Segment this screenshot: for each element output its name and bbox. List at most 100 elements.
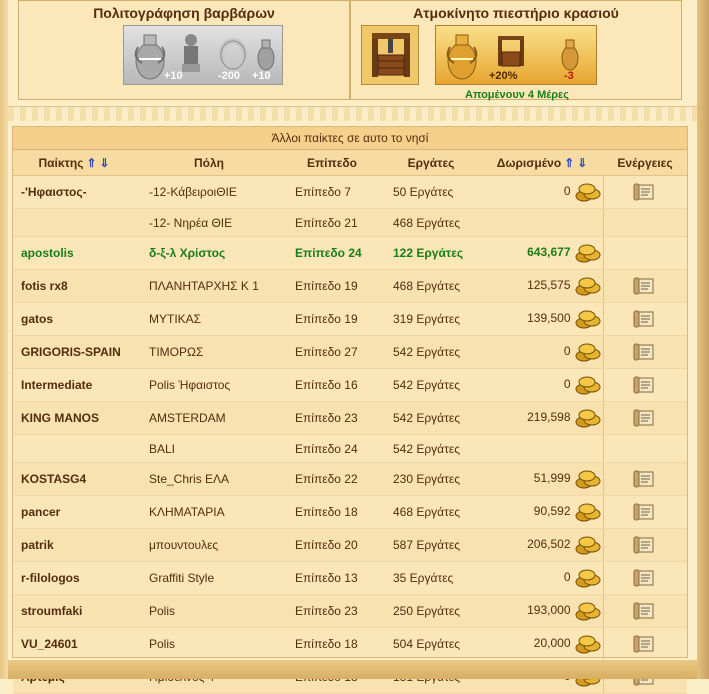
table-row: fotis rx8 ΠΛΑΝΗΤΑΡΧΗΣ Κ 1 Επίπεδο 19 468 Ερ… xyxy=(13,269,687,303)
send-message-button[interactable] xyxy=(633,376,657,394)
donated-amount: 90,592 xyxy=(533,504,571,519)
send-message-button[interactable] xyxy=(633,635,657,653)
city-name[interactable]: Graffiti Style xyxy=(135,561,283,595)
player-name[interactable]: fotis rx8 xyxy=(13,269,135,303)
table-row: KING MANOS AMSTERDAM Επίπεδο 23 542 Εργάτες… xyxy=(13,401,687,435)
table-header-row: Παίκτης ⇑ ⇓ Πόλη Επίπεδο Εργάτες Δωρισμένο… xyxy=(13,150,687,176)
city-name[interactable]: -12-ΚάβειροιΘΙΕ xyxy=(135,175,283,209)
wine-press-tile[interactable] xyxy=(361,25,419,85)
message-scroll-icon xyxy=(633,569,654,587)
send-message-button[interactable] xyxy=(633,569,657,587)
player-name[interactable]: KOSTASG4 xyxy=(13,462,135,496)
gold-coins-icon xyxy=(575,376,600,395)
player-name[interactable]: GRIGORIS-SPAIN xyxy=(13,335,135,369)
send-message-button[interactable] xyxy=(633,503,657,521)
workers-count: 468 Εργάτες xyxy=(381,269,481,303)
sort-asc-icon[interactable]: ⇑ xyxy=(564,156,574,170)
workers-count: 587 Εργάτες xyxy=(381,528,481,562)
gold-coins-icon xyxy=(575,470,600,489)
city-level: Επίπεδο 23 xyxy=(283,594,381,628)
gold-coins-icon xyxy=(575,635,600,654)
city-level: Επίπεδο 19 xyxy=(283,302,381,336)
right-frame xyxy=(697,0,709,679)
send-message-button[interactable] xyxy=(633,183,657,201)
table-row: -'Ηφαιστος- -12-ΚάβειροιΘΙΕ Επίπεδο 7 50 Ερ… xyxy=(13,175,687,209)
donated-cell: 0 xyxy=(481,175,603,209)
message-scroll-icon xyxy=(633,536,654,554)
city-level: Επίπεδο 18 xyxy=(283,627,381,661)
player-name[interactable]: r-filologos xyxy=(13,561,135,595)
city-name[interactable]: ΠΛΑΝΗΤΑΡΧΗΣ Κ 1 xyxy=(135,269,283,303)
player-name[interactable]: pancer xyxy=(13,495,135,529)
sort-desc-icon[interactable]: ⇓ xyxy=(100,156,110,170)
city-name[interactable]: δ-ξ-λ Χρίστος xyxy=(135,236,283,270)
actions-cell xyxy=(602,462,687,496)
barbarian-bonus-tile[interactable]: +10 -200 +10 xyxy=(123,25,283,85)
donated-cell: 206,502 xyxy=(481,528,603,562)
city-level: Επίπεδο 23 xyxy=(283,401,381,435)
donated-cell: 0 xyxy=(481,561,603,595)
city-level: Επίπεδο 16 xyxy=(283,368,381,402)
send-message-button[interactable] xyxy=(633,310,657,328)
city-name[interactable]: Polis Ήφαιστος xyxy=(135,368,283,402)
player-name[interactable]: KING MANOS xyxy=(13,401,135,435)
city-name[interactable]: AMSTERDAM xyxy=(135,401,283,435)
city-level: Επίπεδο 24 xyxy=(283,236,381,270)
city-name[interactable]: Polis xyxy=(135,594,283,628)
city-name[interactable]: ΤΙΜΟΡΩΣ xyxy=(135,335,283,369)
wine-bonus-tile[interactable]: +20% -3 xyxy=(435,25,597,85)
actions-cell xyxy=(602,561,687,595)
sort-desc-icon[interactable]: ⇓ xyxy=(577,156,587,170)
send-message-button[interactable] xyxy=(633,536,657,554)
workers-count: 122 Εργάτες xyxy=(381,236,481,270)
player-name[interactable]: patrik xyxy=(13,528,135,562)
table-row: patrik μπουντουλες Επίπεδο 20 587 Εργάτες 20… xyxy=(13,528,687,562)
message-scroll-icon xyxy=(633,277,654,295)
city-name[interactable]: μπουντουλες xyxy=(135,528,283,562)
player-name[interactable]: apostolis xyxy=(13,236,135,270)
workers-count: 542 Εργάτες xyxy=(381,368,481,402)
players-table-panel: Άλλοι παίκτες σε αυτο το νησί Παίκτης ⇑ ⇓ … xyxy=(12,126,688,694)
donated-amount: 51,999 xyxy=(533,471,571,486)
small-amphora-icon xyxy=(561,39,579,71)
donated-amount: 139,500 xyxy=(527,311,571,326)
workers-count: 504 Εργάτες xyxy=(381,627,481,661)
workers-count: 542 Εργάτες xyxy=(381,335,481,369)
table-row: apostolis δ-ξ-λ Χρίστος Επίπεδο 24 122 Εργά… xyxy=(13,236,687,270)
player-name[interactable]: VU_24601 xyxy=(13,627,135,661)
city-name[interactable]: Ste_Chris ΕΛΑ xyxy=(135,462,283,496)
actions-cell xyxy=(602,434,687,463)
actions-cell xyxy=(602,495,687,529)
player-name[interactable]: gatos xyxy=(13,302,135,336)
press-small-icon xyxy=(498,36,524,67)
player-name[interactable]: stroumfaki xyxy=(13,594,135,628)
city-level: Επίπεδο 18 xyxy=(283,495,381,529)
workers-count: 250 Εργάτες xyxy=(381,594,481,628)
gold-coins-icon xyxy=(575,277,600,296)
send-message-button[interactable] xyxy=(633,343,657,361)
actions-cell xyxy=(602,528,687,562)
workers-count: 50 Εργάτες xyxy=(381,175,481,209)
send-message-button[interactable] xyxy=(633,409,657,427)
player-name[interactable]: Intermediate xyxy=(13,368,135,402)
table-row: Intermediate Polis Ήφαιστος Επίπεδο 16 542 … xyxy=(13,368,687,402)
player-name[interactable]: -'Ηφαιστος- xyxy=(13,175,135,209)
send-message-button[interactable] xyxy=(633,602,657,620)
send-message-button[interactable] xyxy=(633,277,657,295)
donated-amount: 643,677 xyxy=(527,245,571,260)
city-name[interactable]: ΜΥΤΙΚΑΣ xyxy=(135,302,283,336)
workers-count: 230 Εργάτες xyxy=(381,462,481,496)
send-message-button[interactable] xyxy=(633,470,657,488)
actions-cell xyxy=(602,627,687,661)
header-actions: Ενέργειες xyxy=(603,150,687,176)
city-name[interactable]: ΚΛΗΜΑΤΑΡΙΑ xyxy=(135,495,283,529)
actions-cell xyxy=(602,401,687,435)
header-donated: Δωρισμένο ⇑ ⇓ xyxy=(481,150,603,176)
table-row: pancer ΚΛΗΜΑΤΑΡΙΑ Επίπεδο 18 468 Εργάτες 90,… xyxy=(13,495,687,529)
sort-asc-icon[interactable]: ⇑ xyxy=(86,156,96,170)
workers-count: 319 Εργάτες xyxy=(381,302,481,336)
city-name[interactable]: -12- Νηρέα ΘΙΕ xyxy=(135,208,283,237)
city-name[interactable]: Polis xyxy=(135,627,283,661)
city-name[interactable]: BALI xyxy=(135,434,283,463)
gold-coins-icon xyxy=(575,602,600,621)
